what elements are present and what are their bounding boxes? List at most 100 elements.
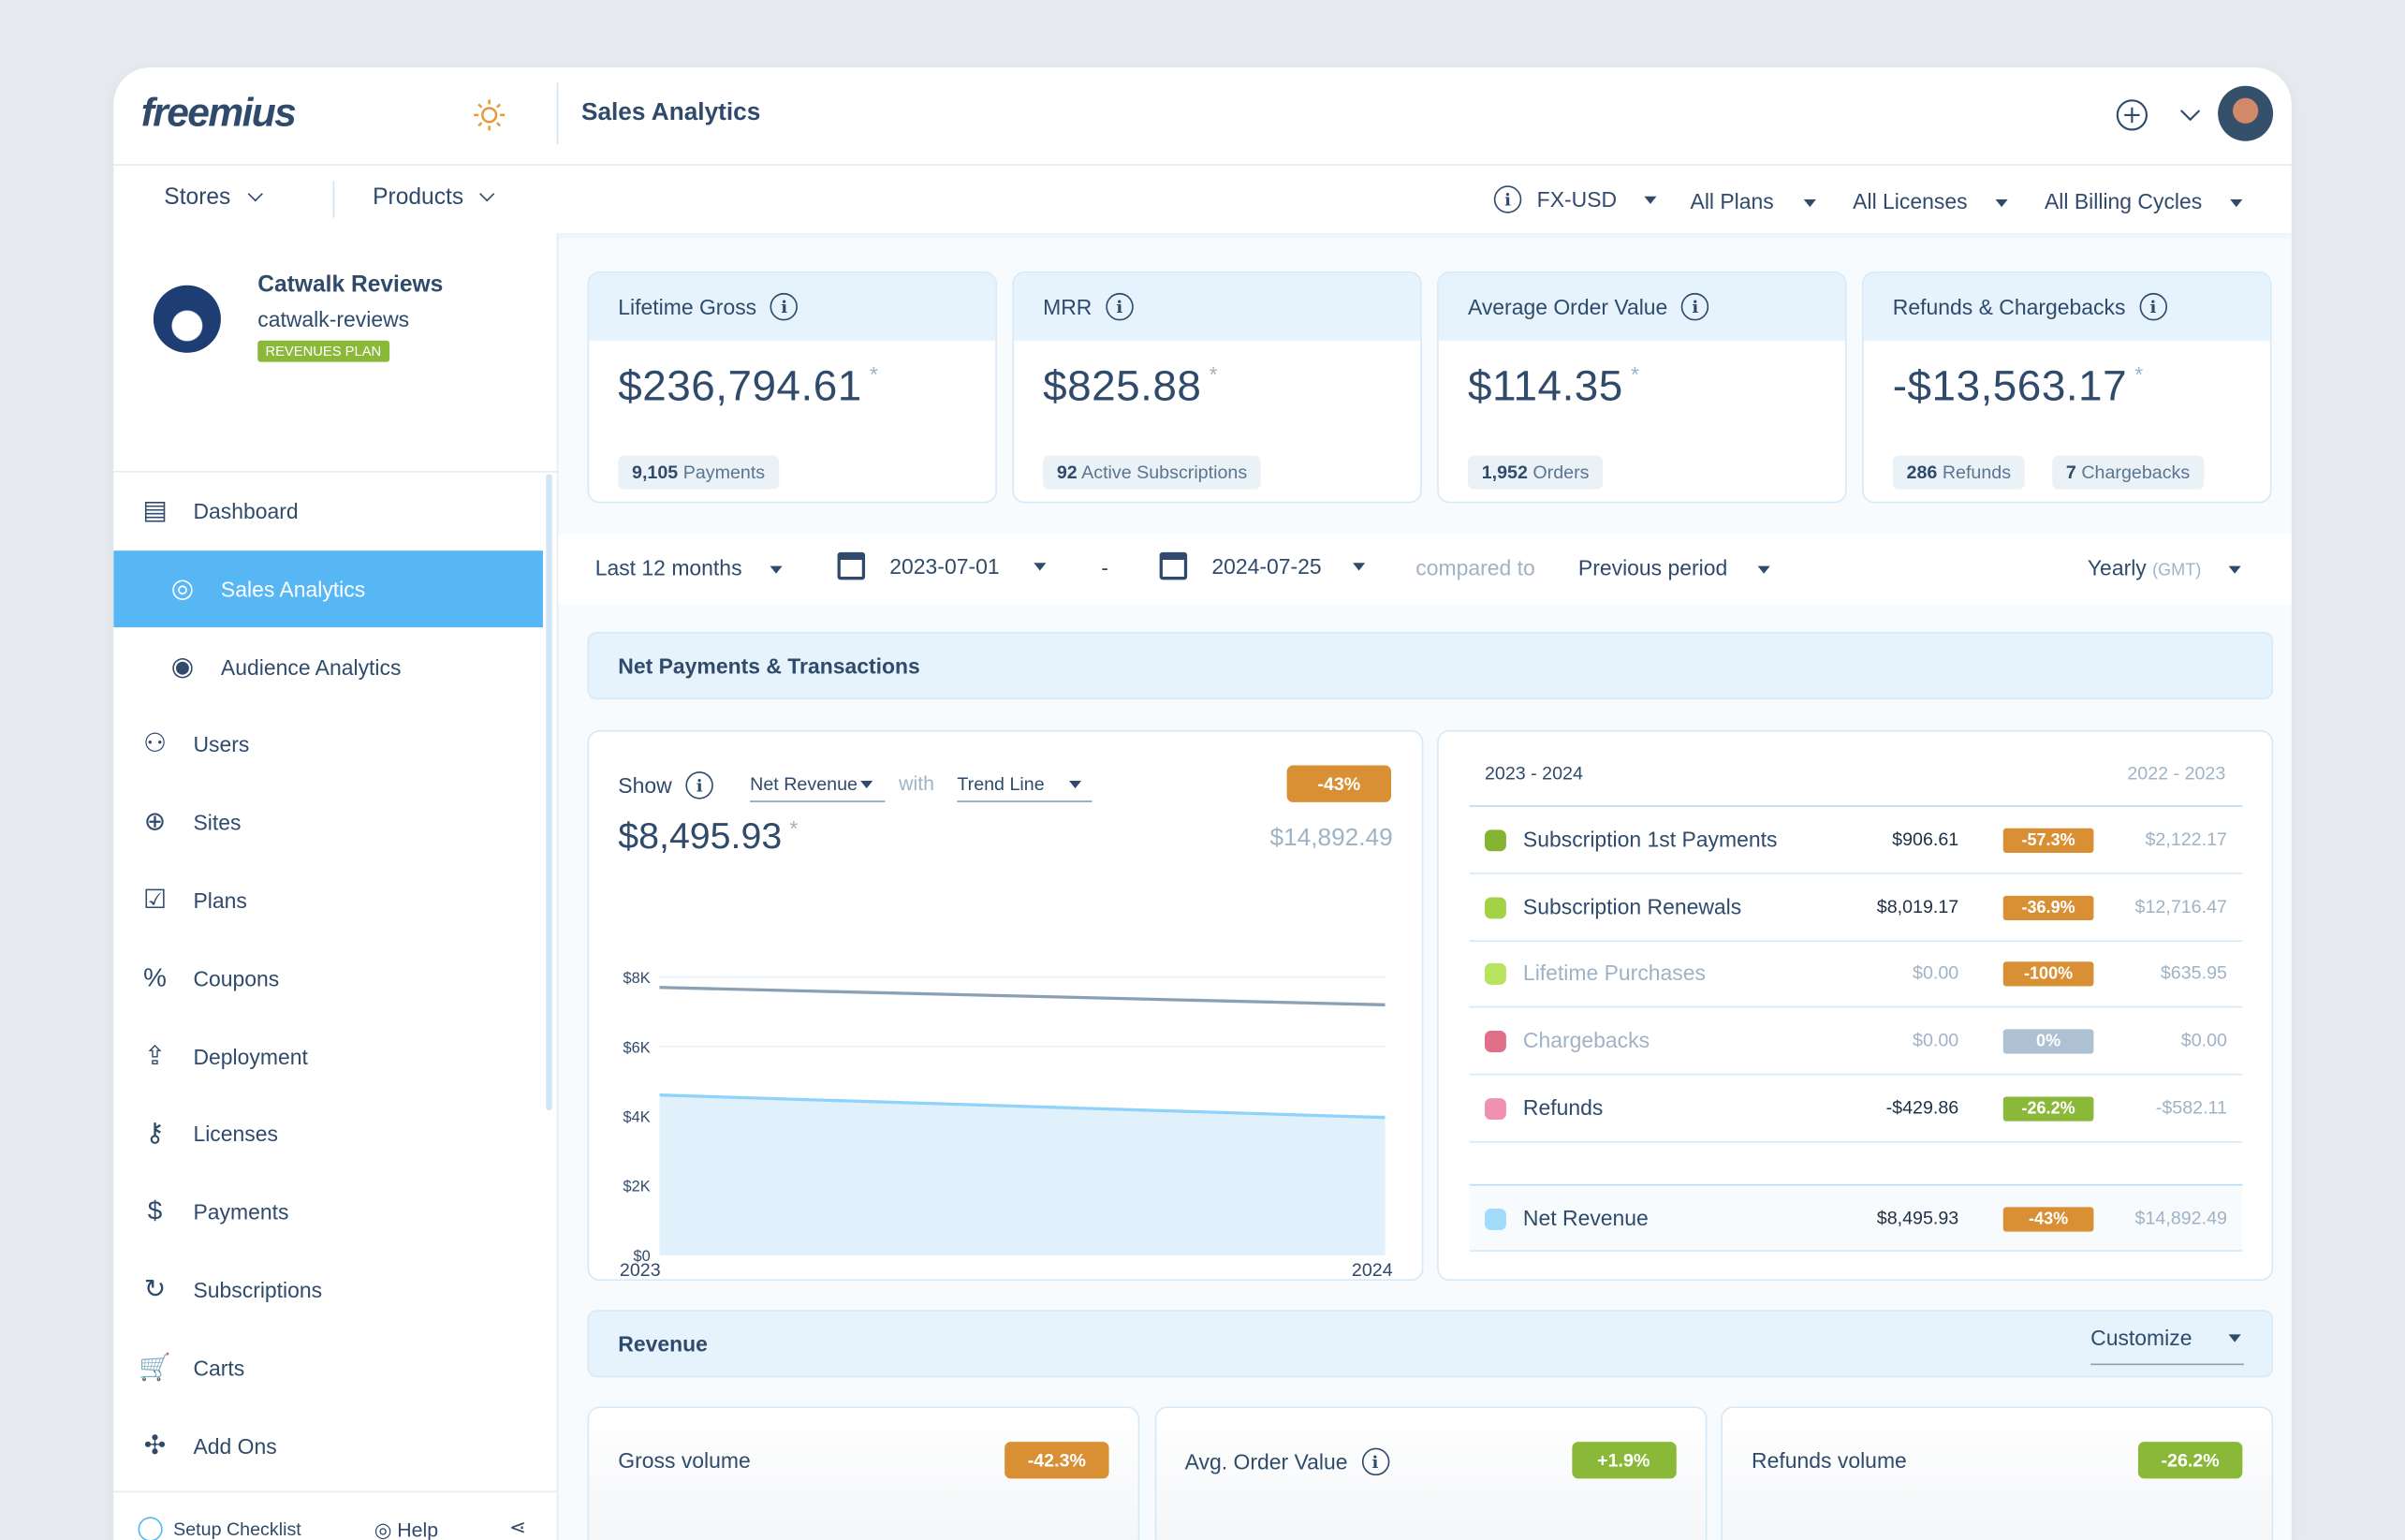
share-icon[interactable]: ⋖ (509, 1516, 526, 1540)
freemius-logo[interactable]: freemius (141, 89, 297, 137)
sidebar-item-subscriptions[interactable]: ↻ Subscriptions (113, 1252, 543, 1328)
stores-dropdown[interactable]: Stores (164, 183, 263, 211)
table-row: Lifetime Purchases $0.00 -100% $635.95 (1469, 941, 2243, 1009)
plans-dropdown[interactable]: All Plans (1691, 189, 1817, 213)
row-previous: $0.00 (2180, 1029, 2227, 1051)
caret-down-icon (1758, 565, 1771, 574)
kpi-title-text: MRR (1043, 294, 1093, 319)
y-tick-label: $2K (623, 1179, 651, 1195)
row-current: -$429.86 (1885, 1096, 1959, 1119)
date-filter-row: Last 12 months 2023-07-01 - 2024-07-25 c… (558, 534, 2292, 605)
kpi-value-text: $825.88 (1043, 361, 1202, 410)
legend-dot (1484, 1031, 1506, 1053)
sidebar-item-label: Sites (193, 810, 242, 835)
sidebar-item-add-ons[interactable]: ✣ Add Ons (113, 1407, 543, 1484)
caret-down-icon (2228, 565, 2241, 574)
row-label: Subscription 1st Payments (1522, 827, 1778, 852)
caret-down-icon (2229, 198, 2242, 207)
table-row: Chargebacks $0.00 0% $0.00 (1469, 1008, 2243, 1076)
account-chevron-down-icon[interactable] (2178, 106, 2203, 125)
sidebar-item-dashboard[interactable]: ▤ Dashboard (113, 473, 543, 550)
currency-dropdown[interactable]: i FX-USD (1493, 185, 1657, 213)
sales-analytics-icon: ◎ (170, 573, 195, 603)
sidebar-item-payments[interactable]: $ Payments (113, 1174, 543, 1251)
setup-checklist-button[interactable]: Setup Checklist (138, 1517, 301, 1540)
row-label: Lifetime Purchases (1522, 961, 1707, 986)
sidebar-item-audience-analytics[interactable]: ◉ Audience Analytics (113, 628, 543, 705)
plan-badge: REVENUES PLAN (257, 340, 389, 362)
kpi-stat-pill: 9,105 Payments (618, 455, 779, 490)
kpi-card: Lifetime Gross i $236,794.61 * 9,105 Payment… (587, 271, 997, 504)
caret-down-icon (1352, 562, 1365, 570)
info-icon[interactable]: i (2139, 292, 2167, 321)
sidebar-item-label: Deployment (193, 1044, 308, 1069)
info-icon[interactable]: i (770, 292, 799, 321)
info-icon[interactable]: i (1681, 292, 1709, 321)
kpi-stat-pill: 92 Active Subscriptions (1043, 455, 1261, 490)
kpi-title-text: Lifetime Gross (618, 294, 757, 319)
licenses-dropdown[interactable]: All Licenses (1853, 188, 2008, 213)
table-row: Refunds -$429.86 -26.2% -$582.11 (1469, 1075, 2243, 1143)
range-dropdown[interactable]: Last 12 months (595, 555, 783, 579)
card-title: Avg. Order Value i (1185, 1447, 1389, 1476)
kpi-value: $825.88 * (1043, 362, 1218, 411)
revenue-metric-card: Avg. Order Value i +1.9% (1153, 1406, 1707, 1540)
sidebar-item-carts[interactable]: 🛒 Carts (113, 1329, 543, 1406)
legend-dot (1484, 1097, 1506, 1120)
kpi-title: Average Order Value i (1438, 272, 1845, 341)
add-icon[interactable] (2115, 98, 2148, 132)
pill-text: Refunds (1942, 462, 2012, 484)
kpi-title-text: Refunds & Chargebacks (1892, 294, 2126, 319)
row-current: $0.00 (1913, 1029, 1959, 1051)
help-button[interactable]: ◎ Help (374, 1518, 438, 1540)
billing-label: All Billing Cycles (2044, 188, 2203, 213)
compare-dropdown[interactable]: Previous period (1578, 555, 1771, 579)
caret-down-icon (2228, 1334, 2241, 1342)
pill-text: Chargebacks (2081, 462, 2191, 484)
start-date-picker[interactable]: 2023-07-01 (837, 551, 1046, 580)
sidebar-item-label: Users (193, 732, 250, 757)
row-change-badge: -57.3% (2002, 828, 2094, 853)
sidebar-item-label: Audience Analytics (220, 653, 402, 680)
pill-number: 286 (1906, 462, 1938, 484)
row-previous: $635.95 (2160, 961, 2227, 984)
kpi-title: Lifetime Gross i (589, 272, 996, 341)
info-icon[interactable]: i (1106, 292, 1134, 321)
info-icon[interactable]: i (1361, 1447, 1389, 1476)
sidebar: Catwalk Reviews catwalk-reviews REVENUES… (113, 233, 559, 1540)
granularity-dropdown[interactable]: Yearly (GMT) (2088, 555, 2241, 579)
sidebar-item-licenses[interactable]: ⚷ Licenses (113, 1095, 543, 1172)
stores-label: Stores (164, 183, 231, 211)
customize-dropdown[interactable]: Customize (2090, 1312, 2244, 1366)
kpi-value-text: $236,794.61 (618, 361, 862, 410)
previous-period-header: 2022 - 2023 (2127, 762, 2226, 785)
legend-dot (1484, 963, 1506, 986)
asterisk: * (869, 361, 879, 387)
puzzle-icon: ✣ (143, 1430, 167, 1460)
sidebar-scrollbar[interactable] (546, 474, 552, 1111)
y-tick-label: $6K (623, 1039, 651, 1056)
sidebar-item-users[interactable]: ⚇ Users (113, 706, 543, 783)
billing-cycles-dropdown[interactable]: All Billing Cycles (2045, 189, 2242, 213)
sidebar-item-plans[interactable]: ☑ Plans (113, 862, 543, 939)
products-dropdown[interactable]: Products (373, 184, 495, 210)
sidebar-item-coupons[interactable]: % Coupons (113, 940, 543, 1017)
change-badge: -42.3% (1005, 1442, 1109, 1479)
sidebar-item-deployment[interactable]: ⇪ Deployment (113, 1018, 543, 1094)
sidebar-item-label: Plans (193, 887, 247, 913)
theme-toggle-sun-icon[interactable] (473, 98, 506, 132)
sidebar-item-sales-analytics[interactable]: ◎ Sales Analytics (113, 550, 543, 627)
kpi-card: Refunds & Chargebacks i -$13,563.17 * 286 Re… (1862, 271, 2272, 504)
user-avatar[interactable] (2218, 85, 2274, 141)
chart-card: Show i Net Revenue with Trend Line -43% $… (587, 729, 1424, 1282)
row-current: $8,019.17 (1876, 895, 1959, 917)
licenses-label: All Licenses (1853, 188, 1968, 213)
table-row: Subscription 1st Payments $906.61 -57.3% $2… (1469, 807, 2243, 874)
help-icon: ◎ (374, 1518, 398, 1540)
kpi-value: $114.35 * (1468, 362, 1640, 411)
product-name: Catwalk Reviews (257, 271, 444, 298)
date-separator: - (1101, 555, 1109, 580)
sidebar-item-sites[interactable]: ⊕ Sites (113, 785, 543, 861)
kpi-stat-pill: 7 Chargebacks (2052, 455, 2204, 490)
end-date-picker[interactable]: 2024-07-25 (1159, 551, 1365, 580)
